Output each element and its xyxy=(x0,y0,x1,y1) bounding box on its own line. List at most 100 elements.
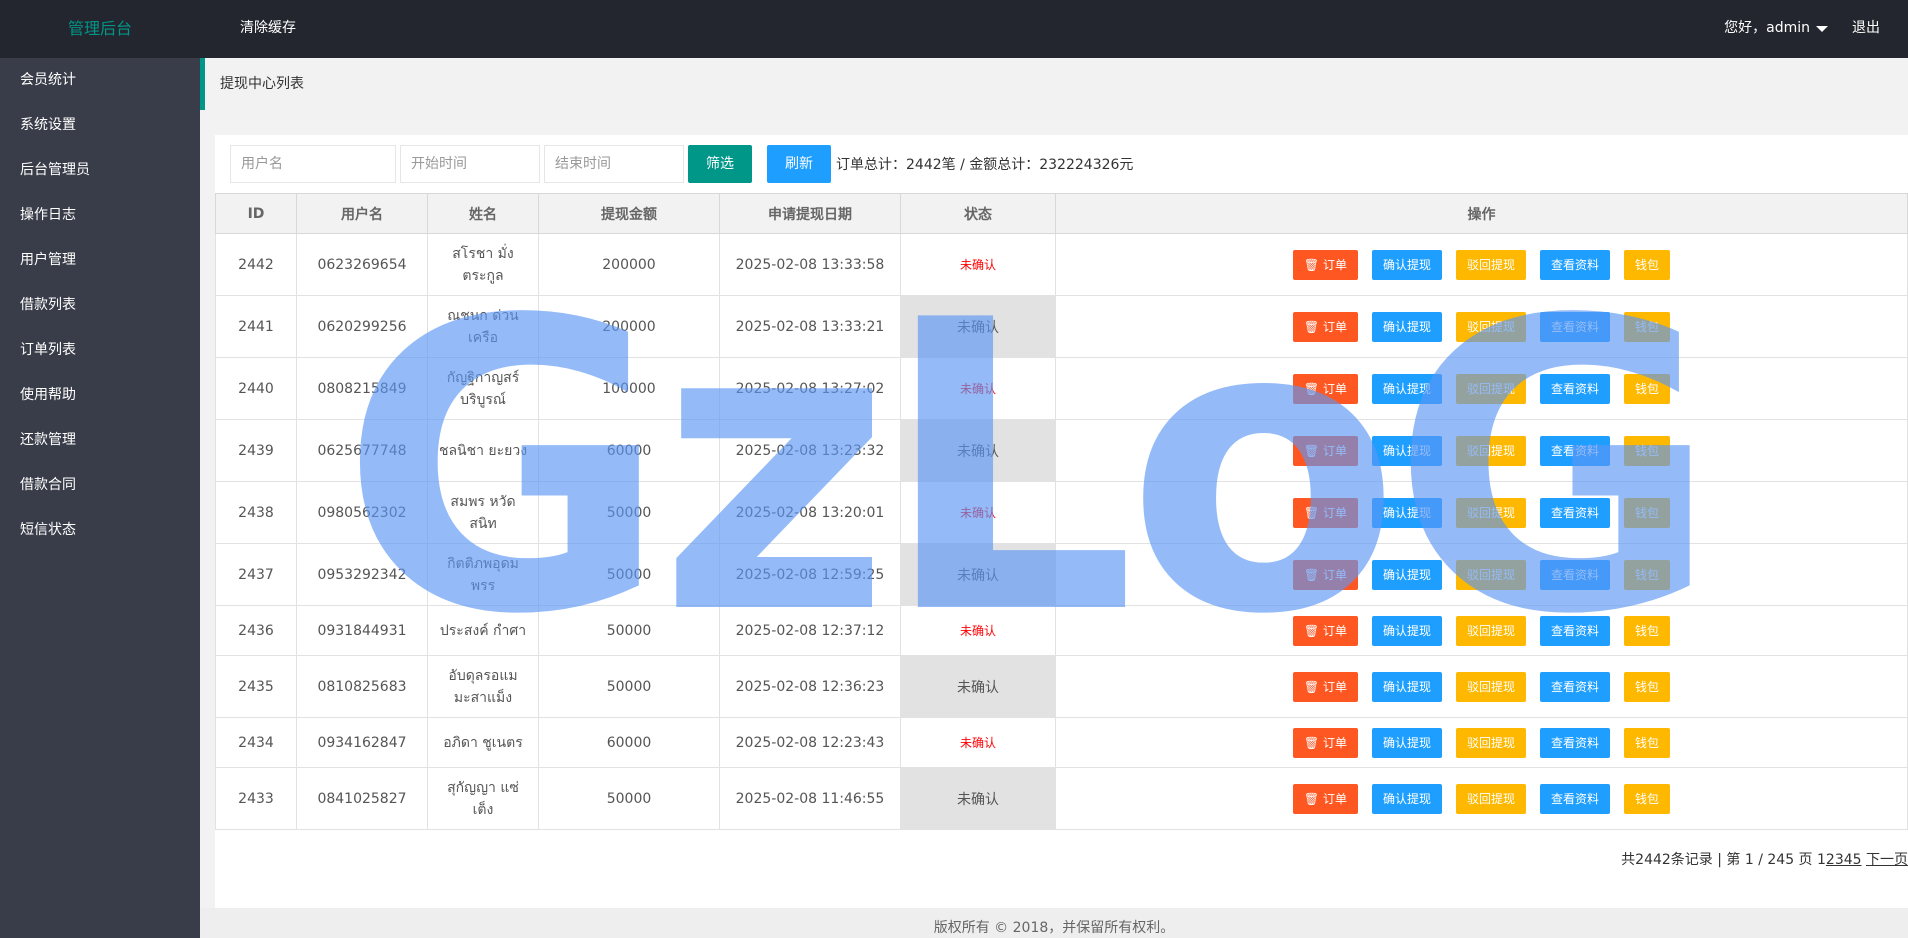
reject-withdraw-button[interactable]: 驳回提现 xyxy=(1456,559,1527,590)
sidebar-item-operation-log[interactable]: 操作日志 xyxy=(0,193,200,238)
cell-name: กัญฐิกาญสร์ บริบูรณ์ xyxy=(427,357,539,420)
app-logo[interactable]: 管理后台 xyxy=(0,0,200,58)
cell-name: สุกัญญา แซ่เต็ง xyxy=(427,767,539,830)
order-button-label: 订单 xyxy=(1322,257,1347,272)
confirm-withdraw-button[interactable]: 确认提现 xyxy=(1372,615,1443,646)
reject-withdraw-button[interactable]: 驳回提现 xyxy=(1456,727,1527,758)
col-header-name: 姓名 xyxy=(427,193,539,234)
cell-name: ชลนิชา ยะยวง xyxy=(427,419,539,482)
filter-button[interactable]: 筛选 xyxy=(688,145,752,183)
wallet-button[interactable]: 钱包 xyxy=(1624,559,1671,590)
sidebar-item-admins[interactable]: 后台管理员 xyxy=(0,148,200,193)
user-menu[interactable]: 您好，admin xyxy=(1724,0,1828,56)
order-button[interactable]: 🗑 订单 xyxy=(1292,497,1358,528)
start-time-input[interactable] xyxy=(400,145,540,183)
sidebar-item-system-settings[interactable]: 系统设置 xyxy=(0,103,200,148)
order-summary: 订单总计：2442笔 / 金额总计：232224326元 xyxy=(836,157,1134,173)
wallet-button[interactable]: 钱包 xyxy=(1624,615,1671,646)
wallet-button[interactable]: 钱包 xyxy=(1624,435,1671,466)
sidebar-item-user-management[interactable]: 用户管理 xyxy=(0,238,200,283)
wallet-button[interactable]: 钱包 xyxy=(1624,249,1671,280)
view-profile-button[interactable]: 查看资料 xyxy=(1540,559,1611,590)
wallet-button-label: 钱包 xyxy=(1635,505,1660,520)
wallet-button[interactable]: 钱包 xyxy=(1624,311,1671,342)
trash-icon: 🗑 xyxy=(1303,791,1323,806)
sidebar-item-help[interactable]: 使用帮助 xyxy=(0,373,200,418)
order-button[interactable]: 🗑 订单 xyxy=(1292,249,1358,280)
sidebar-item-loan-list[interactable]: 借款列表 xyxy=(0,283,200,328)
view-profile-button[interactable]: 查看资料 xyxy=(1540,249,1611,280)
reject-withdraw-button[interactable]: 驳回提现 xyxy=(1456,311,1527,342)
order-button[interactable]: 🗑 订单 xyxy=(1292,435,1358,466)
cell-name: อภิดา ชูเนตร xyxy=(427,717,539,768)
next-page-link[interactable]: 下一页 xyxy=(1866,852,1908,868)
sidebar-item-order-list[interactable]: 订单列表 xyxy=(0,328,200,373)
username-input[interactable] xyxy=(230,145,396,183)
reject-withdraw-button-label: 驳回提现 xyxy=(1467,735,1516,750)
confirm-withdraw-button-label: 确认提现 xyxy=(1383,567,1432,582)
reject-withdraw-button[interactable]: 驳回提现 xyxy=(1456,249,1527,280)
order-button[interactable]: 🗑 订单 xyxy=(1292,559,1358,590)
refresh-button[interactable]: 刷新 xyxy=(767,145,831,183)
order-button[interactable]: 🗑 订单 xyxy=(1292,671,1358,702)
view-profile-button-label: 查看资料 xyxy=(1551,319,1600,334)
col-header-id: ID xyxy=(215,193,297,234)
col-header-date: 申请提现日期 xyxy=(719,193,901,234)
view-profile-button[interactable]: 查看资料 xyxy=(1540,311,1611,342)
reject-withdraw-button[interactable]: 驳回提现 xyxy=(1456,783,1527,814)
reject-withdraw-button-label: 驳回提现 xyxy=(1467,679,1516,694)
confirm-withdraw-button[interactable]: 确认提现 xyxy=(1372,311,1443,342)
confirm-withdraw-button[interactable]: 确认提现 xyxy=(1372,783,1443,814)
cell-amount: 60000 xyxy=(538,419,720,482)
cell-actions: 🗑 订单 确认提现 驳回提现 查看资料 钱包 xyxy=(1055,655,1908,718)
reject-withdraw-button[interactable]: 驳回提现 xyxy=(1456,671,1527,702)
confirm-withdraw-button[interactable]: 确认提现 xyxy=(1372,373,1443,404)
wallet-button[interactable]: 钱包 xyxy=(1624,783,1671,814)
table-row: 2437 0953292342 กิตติภพอุดมพรร 50000 2025-02… xyxy=(215,543,1908,606)
view-profile-button[interactable]: 查看资料 xyxy=(1540,435,1611,466)
reject-withdraw-button[interactable]: 驳回提现 xyxy=(1456,615,1527,646)
confirm-withdraw-button-label: 确认提现 xyxy=(1383,505,1432,520)
logout-link[interactable]: 退出 xyxy=(1852,0,1880,56)
sidebar-item-sms-status[interactable]: 短信状态 xyxy=(0,508,200,553)
wallet-button-label: 钱包 xyxy=(1635,791,1660,806)
sidebar-item-loan-contract[interactable]: 借款合同 xyxy=(0,463,200,508)
action-group: 🗑 订单 确认提现 驳回提现 查看资料 钱包 xyxy=(1066,249,1897,280)
sidebar-item-repayment[interactable]: 还款管理 xyxy=(0,418,200,463)
clear-cache-link[interactable]: 清除缓存 xyxy=(240,0,296,56)
confirm-withdraw-button[interactable]: 确认提现 xyxy=(1372,727,1443,758)
view-profile-button[interactable]: 查看资料 xyxy=(1540,727,1611,758)
wallet-button[interactable]: 钱包 xyxy=(1624,373,1671,404)
sidebar-item-member-stats[interactable]: 会员统计 xyxy=(0,58,200,103)
view-profile-button[interactable]: 查看资料 xyxy=(1540,497,1611,528)
page-links[interactable]: 2345 xyxy=(1826,852,1862,868)
confirm-withdraw-button[interactable]: 确认提现 xyxy=(1372,435,1443,466)
cell-name: สโรชา มั่งตระกูล xyxy=(427,233,539,296)
order-button[interactable]: 🗑 订单 xyxy=(1292,615,1358,646)
view-profile-button[interactable]: 查看资料 xyxy=(1540,373,1611,404)
cell-status: 未确认 xyxy=(900,767,1056,830)
confirm-withdraw-button[interactable]: 确认提现 xyxy=(1372,249,1443,280)
order-button[interactable]: 🗑 订单 xyxy=(1292,373,1358,404)
reject-withdraw-button[interactable]: 驳回提现 xyxy=(1456,497,1527,528)
cell-id: 2435 xyxy=(215,655,297,718)
sidebar: 会员统计 系统设置 后台管理员 操作日志 用户管理 借款列表 订单列表 使用帮助… xyxy=(0,58,200,938)
view-profile-button[interactable]: 查看资料 xyxy=(1540,783,1611,814)
wallet-button[interactable]: 钱包 xyxy=(1624,671,1671,702)
cell-id: 2440 xyxy=(215,357,297,420)
view-profile-button[interactable]: 查看资料 xyxy=(1540,615,1611,646)
end-time-input[interactable] xyxy=(544,145,684,183)
order-button[interactable]: 🗑 订单 xyxy=(1292,783,1358,814)
cell-username: 0808215849 xyxy=(296,357,428,420)
view-profile-button[interactable]: 查看资料 xyxy=(1540,671,1611,702)
order-button[interactable]: 🗑 订单 xyxy=(1292,727,1358,758)
reject-withdraw-button[interactable]: 驳回提现 xyxy=(1456,373,1527,404)
confirm-withdraw-button[interactable]: 确认提现 xyxy=(1372,559,1443,590)
confirm-withdraw-button[interactable]: 确认提现 xyxy=(1372,671,1443,702)
wallet-button[interactable]: 钱包 xyxy=(1624,727,1671,758)
cell-date: 2025-02-08 13:33:21 xyxy=(719,295,901,358)
order-button[interactable]: 🗑 订单 xyxy=(1292,311,1358,342)
wallet-button[interactable]: 钱包 xyxy=(1624,497,1671,528)
reject-withdraw-button[interactable]: 驳回提现 xyxy=(1456,435,1527,466)
confirm-withdraw-button[interactable]: 确认提现 xyxy=(1372,497,1443,528)
